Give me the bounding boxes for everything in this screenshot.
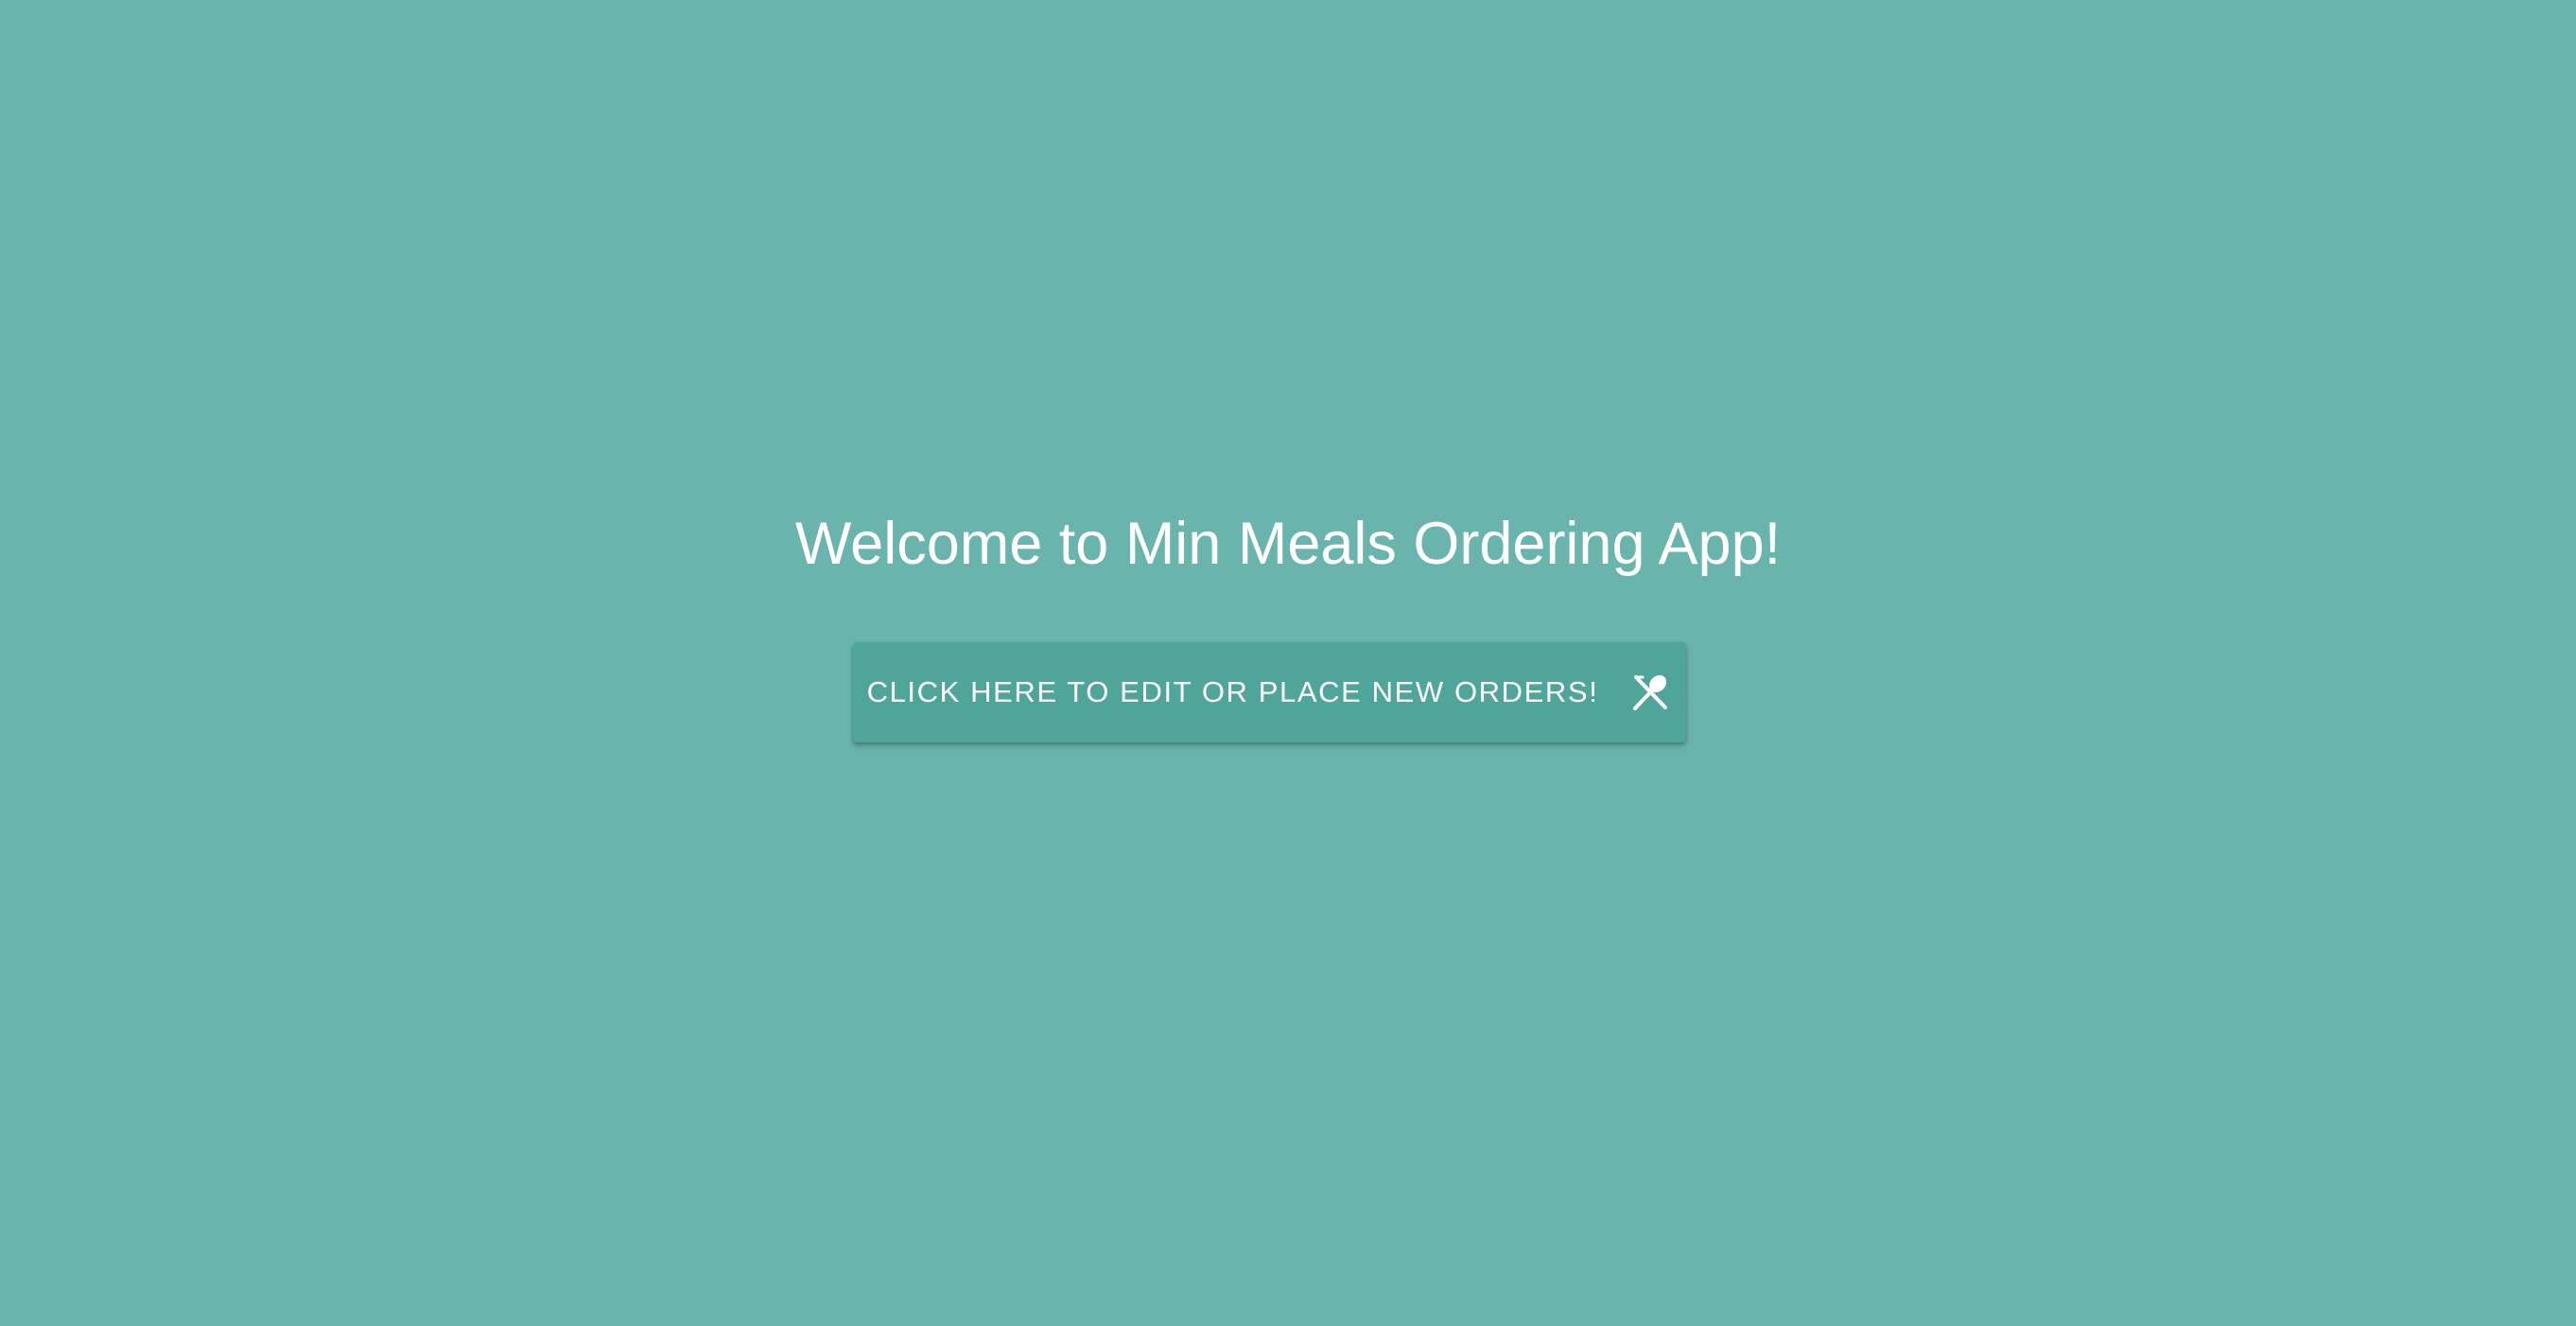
edit-or-place-orders-label: CLICK HERE TO EDIT OR PLACE NEW ORDERS!	[866, 675, 1599, 708]
welcome-title: Welcome to Min Meals Ordering App!	[794, 511, 1782, 577]
edit-or-place-orders-button[interactable]: CLICK HERE TO EDIT OR PLACE NEW ORDERS!	[853, 642, 1686, 742]
utensils-icon	[1630, 672, 1672, 713]
